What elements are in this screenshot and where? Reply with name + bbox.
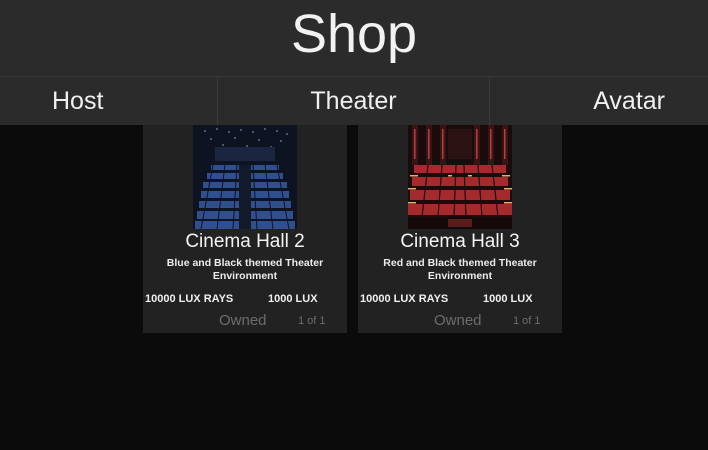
- shop-item-card-cinema-hall-2[interactable]: Cinema Hall 2 Blue and Black themed Thea…: [143, 125, 347, 333]
- item-title: Cinema Hall 3: [400, 231, 520, 252]
- item-owned-count: 1 of 1: [513, 315, 541, 327]
- item-owned-status: Owned: [219, 312, 267, 329]
- item-owned-count: 1 of 1: [298, 315, 326, 327]
- item-title: Cinema Hall 2: [185, 231, 305, 252]
- tab-avatar[interactable]: Avatar: [490, 77, 708, 125]
- cinema-hall-red-thumbnail: [408, 125, 512, 229]
- item-price-lux-rays: 10000 LUX RAYS: [145, 293, 234, 305]
- item-price-lux: 1000 LUX: [483, 293, 533, 305]
- shop-header: Shop: [0, 0, 708, 77]
- shop-item-card-cinema-hall-3[interactable]: Cinema Hall 3 Red and Black themed Theat…: [358, 125, 562, 333]
- tab-host[interactable]: Host: [0, 77, 218, 125]
- cinema-hall-blue-thumbnail: [193, 125, 297, 229]
- item-price-lux-rays: 10000 LUX RAYS: [360, 293, 449, 305]
- item-description: Red and Black themed Theater Environment: [383, 257, 537, 282]
- category-tabs: Host Theater Avatar: [0, 77, 708, 125]
- item-price-lux: 1000 LUX: [268, 293, 318, 305]
- item-description: Blue and Black themed Theater Environmen…: [166, 257, 324, 282]
- item-owned-status: Owned: [434, 312, 482, 329]
- shop-screen: Shop Host Theater Avatar Cinema Hall 2 B…: [0, 0, 708, 450]
- tab-theater[interactable]: Theater: [218, 77, 490, 125]
- page-title: Shop: [290, 4, 418, 64]
